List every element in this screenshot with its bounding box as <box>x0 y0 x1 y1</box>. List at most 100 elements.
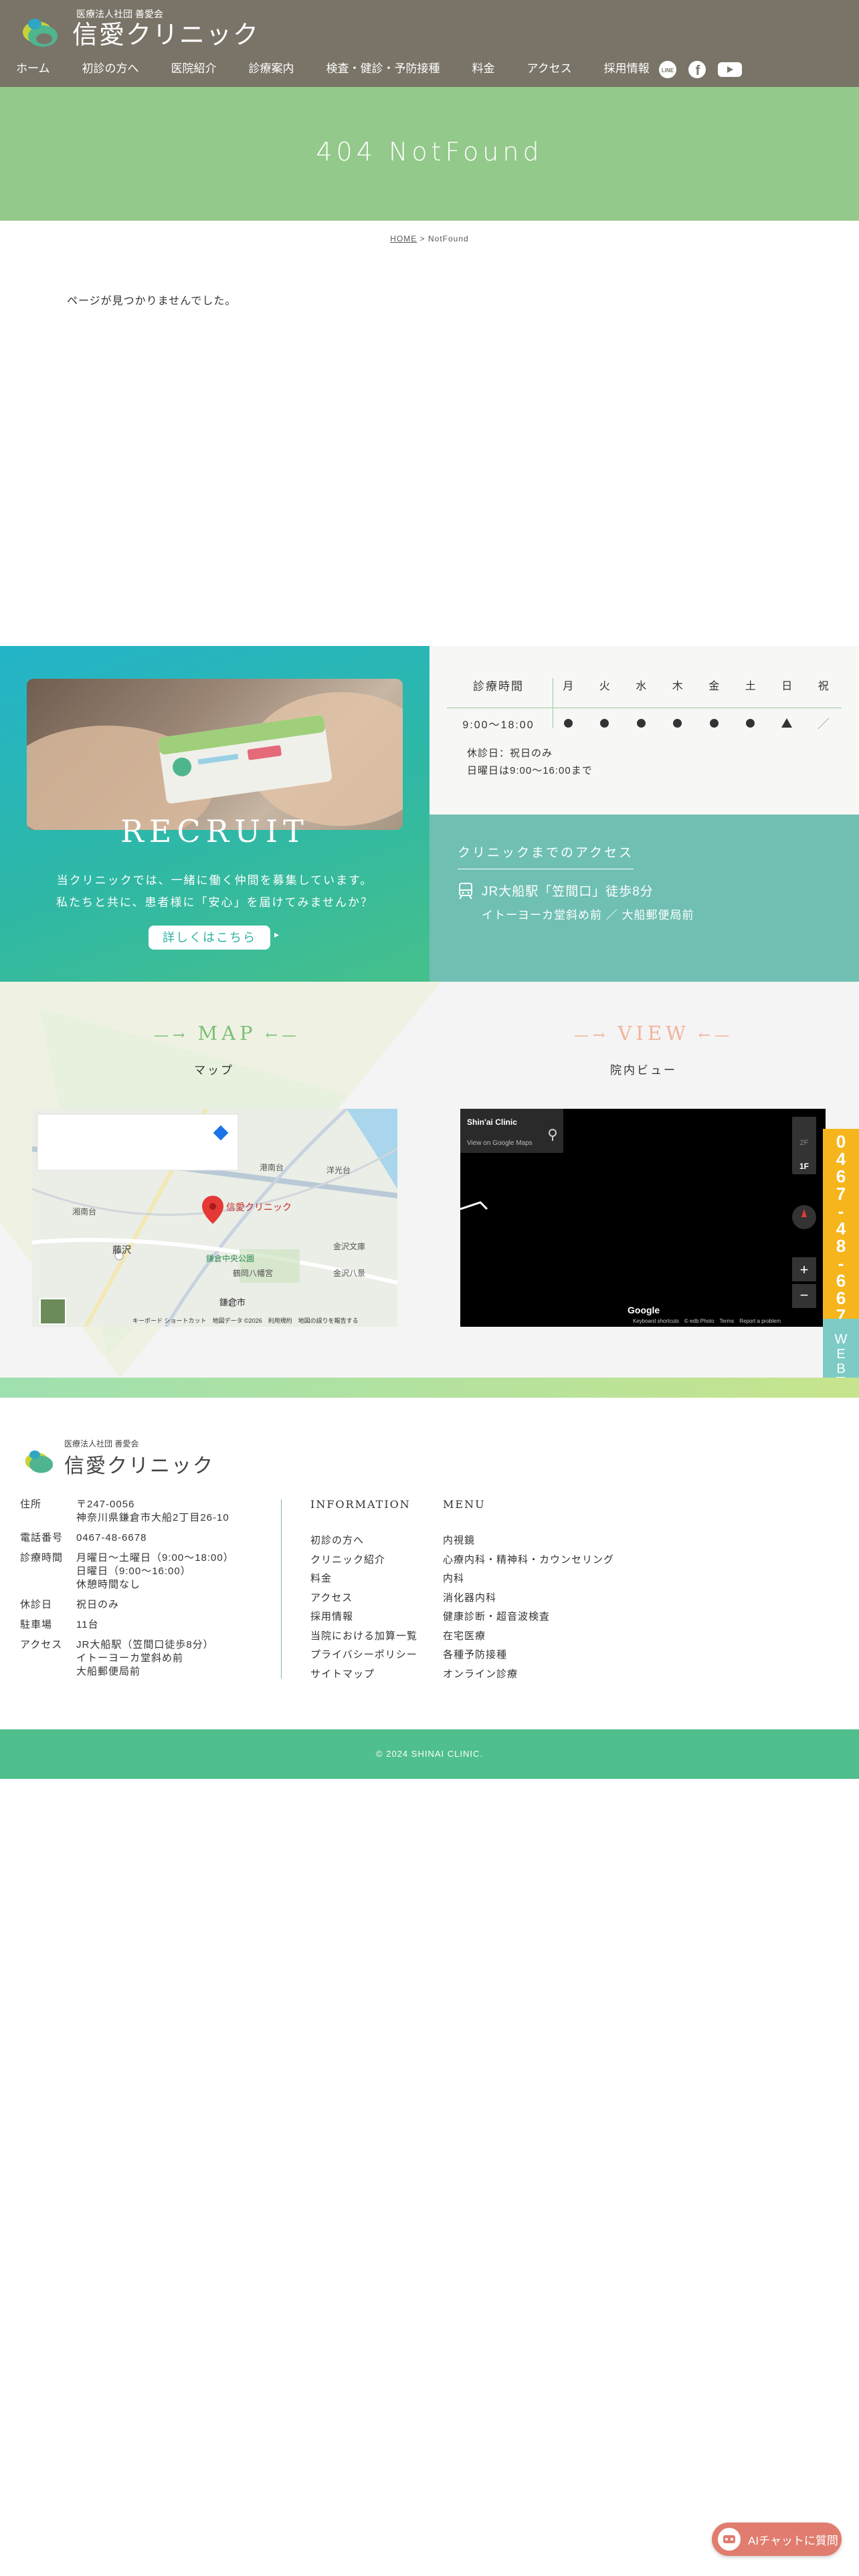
footer-link[interactable]: 在宅医療 <box>443 1627 614 1646</box>
svg-text:f: f <box>696 64 700 78</box>
partial-triangle-icon <box>781 718 793 728</box>
recruit-details-button[interactable]: 詳しくはこちら <box>149 926 270 950</box>
info-value: 日曜日（9:00〜16:00） <box>76 1566 191 1577</box>
schedule-day: 祝 <box>818 679 829 692</box>
recruit-text-line: 私たちと共に、患者様に「安心」を届けてみませんか？ <box>56 896 373 909</box>
schedule-day: 水 <box>636 679 647 692</box>
not-found-message: ページが見つかりませんでした。 <box>67 296 237 307</box>
recruit-title: RECRUIT <box>120 813 309 849</box>
closed-slash-icon: ／ <box>817 718 830 732</box>
footer-link[interactable]: 初診の方へ <box>310 1531 417 1551</box>
schedule-hours-row: 9:00〜18:00 ／ <box>447 713 842 734</box>
schedule-day: 月 <box>563 679 574 692</box>
open-dot-icon <box>746 718 755 728</box>
footer-logo-subtitle: 医療法人社団 善愛会 <box>64 1439 139 1448</box>
footer-link[interactable]: 採用情報 <box>310 1608 417 1627</box>
nav-item-first-visit[interactable]: 初診の方へ <box>82 59 139 76</box>
view-footer: Keyboard shortcuts © edb Photo Terms Rep… <box>633 1318 781 1324</box>
info-value: 休憩時間なし <box>76 1579 141 1590</box>
breadcrumb-home-link[interactable]: HOME <box>390 234 417 243</box>
footer-link[interactable]: オンライン診療 <box>443 1665 614 1685</box>
info-key: 駐車場 <box>20 1619 53 1630</box>
site-logo[interactable]: 医療法人社団 善愛会 信愛クリニック <box>15 5 260 52</box>
schedule-label-header: 診療時間 <box>473 679 524 693</box>
youtube-icon[interactable] <box>717 60 743 79</box>
view-title: —→ VIEW ←— <box>574 1022 734 1045</box>
schedule-header-row: 診療時間 月 火 水 木 金 土 日 祝 <box>447 673 842 697</box>
recruit-text-line: 当クリニックでは、一緒に働く仲間を募集しています。 <box>56 874 373 887</box>
nav-item-checkups[interactable]: 検査・健診・予防接種 <box>326 59 440 76</box>
footer-menu-title: MENU <box>443 1498 486 1511</box>
phone-call-button[interactable]: 0467-48-6678 <box>823 1129 859 1341</box>
footer-link[interactable]: 健康診断・超音波検査 <box>443 1608 614 1627</box>
facebook-icon[interactable]: f <box>688 60 706 79</box>
footer-link[interactable]: 各種予防接種 <box>443 1646 614 1665</box>
page-hero: 404 NotFound <box>0 87 859 221</box>
google-map[interactable]: 港南台 藤沢 鎌倉中央公園 鶴岡八幡宮 鎌倉市 金沢文庫 金沢八景 洋光台 湘南… <box>32 1109 397 1327</box>
info-key: アクセス <box>20 1639 63 1650</box>
open-dot-icon <box>600 718 609 728</box>
footer-link[interactable]: 消化器内科 <box>443 1589 614 1608</box>
access-station-text: JR大船駅「笠間口」徒歩8分 <box>482 885 654 899</box>
schedule-note-line: 日曜日は9:00〜16:00まで <box>467 765 593 776</box>
nav-item-about[interactable]: 医院紹介 <box>171 59 217 76</box>
clinic-logo-icon <box>25 1450 54 1473</box>
info-value: 神奈川県鎌倉市大船2丁目26-10 <box>76 1512 229 1523</box>
map-place-label: 藤沢 <box>112 1245 131 1255</box>
footer-link[interactable]: 心療内科・精神科・カウンセリング <box>443 1551 614 1570</box>
breadcrumb-separator: > <box>419 234 425 243</box>
nav-item-fees[interactable]: 料金 <box>472 59 495 76</box>
footer-link[interactable]: 内科 <box>443 1570 614 1589</box>
open-dot-icon <box>636 718 646 728</box>
view-maps-link[interactable]: View on Google Maps <box>467 1140 533 1147</box>
nav-item-services[interactable]: 診療案内 <box>249 59 294 76</box>
map-pin-label: 信愛クリニック <box>226 1202 292 1212</box>
footer-logo-name: 信愛クリニック <box>64 1455 214 1477</box>
nav-item-home[interactable]: ホーム <box>16 59 50 76</box>
svg-text:−: − <box>800 1287 809 1303</box>
footer-information-title: INFORMATION <box>310 1498 411 1511</box>
map-title: —→ MAP ←— <box>154 1022 301 1045</box>
map-satellite-toggle[interactable] <box>39 1298 66 1325</box>
floor-label[interactable]: 1F <box>799 1162 809 1171</box>
nav-item-recruit[interactable]: 採用情報 <box>604 59 650 76</box>
footer-link[interactable]: 内視鏡 <box>443 1531 614 1551</box>
main-nav: ホーム 初診の方へ 医院紹介 診療案内 検査・健診・予防接種 料金 アクセス 採… <box>16 59 682 76</box>
info-value[interactable]: 0467-48-6678 <box>76 1531 147 1545</box>
footer-link[interactable]: 当院における加算一覧 <box>310 1627 417 1646</box>
map-place-label: 金沢八景 <box>333 1268 365 1278</box>
footer-link[interactable]: クリニック紹介 <box>310 1551 417 1570</box>
nav-item-access[interactable]: アクセス <box>527 59 572 76</box>
footer-logo[interactable]: 医療法人社団 善愛会 信愛クリニック <box>19 1438 214 1479</box>
arrow-right-icon: ▸ <box>274 930 280 940</box>
map-footer: キーボード ショートカット 地図データ ©2026 利用規約 地図の誤りを報告す… <box>132 1317 359 1324</box>
map-place-label: 鎌倉市 <box>219 1297 246 1307</box>
footer-link[interactable]: サイトマップ <box>310 1665 417 1685</box>
footer-link[interactable]: プライバシーポリシー <box>310 1646 417 1665</box>
open-dot-icon <box>709 718 719 728</box>
breadcrumb-current: NotFound <box>428 234 469 243</box>
footer-menu-links: 内視鏡 心療内科・精神科・カウンセリング 内科 消化器内科 健康診断・超音波検査… <box>443 1531 614 1684</box>
view-place-name: Shin'ai Clinic <box>467 1117 517 1127</box>
schedule-day: 火 <box>599 679 610 692</box>
ai-chat-button[interactable]: AIチャットに質問 <box>712 2523 842 2556</box>
footer-link[interactable]: 料金 <box>310 1570 417 1589</box>
line-icon[interactable]: LINE <box>658 60 677 79</box>
footer-divider <box>281 1499 282 1679</box>
footer-band <box>0 1378 859 1398</box>
schedule-day: 木 <box>672 679 683 692</box>
site-header: 医療法人社団 善愛会 信愛クリニック ホーム 初診の方へ 医院紹介 診療案内 検… <box>0 0 859 87</box>
view-subtitle: 院内ビュー <box>610 1064 677 1077</box>
street-view[interactable]: Shin'ai Clinic View on Google Maps 2F 1F… <box>460 1109 826 1327</box>
access-station: JR大船駅「笠間口」徒歩8分 <box>458 881 654 899</box>
site-footer: 医療法人社団 善愛会 信愛クリニック 住所 〒247-0056 神奈川県鎌倉市大船2… <box>0 1398 859 1729</box>
footer-link[interactable]: アクセス <box>310 1589 417 1608</box>
recruit-photo <box>27 679 403 830</box>
floor-label-upper[interactable]: 2F <box>800 1139 809 1147</box>
schedule-note-line: 休診日：祝日のみ <box>467 748 553 759</box>
map-subtitle: マップ <box>194 1064 234 1077</box>
page-title: 404 NotFound <box>316 137 543 167</box>
info-value: イトーヨーカ堂斜め前 <box>76 1652 184 1664</box>
phone-number: 0467-48-6678 <box>836 1132 846 1341</box>
open-dot-icon <box>563 718 573 728</box>
